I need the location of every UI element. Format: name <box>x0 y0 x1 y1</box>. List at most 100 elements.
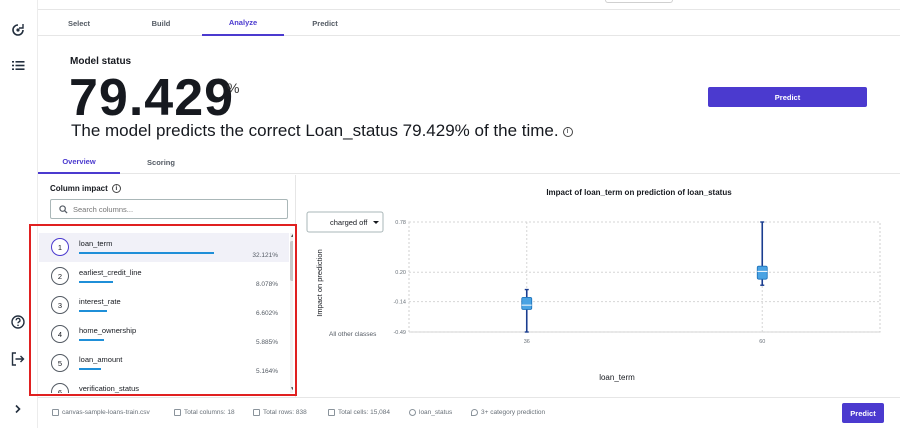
impact-bar <box>79 368 101 370</box>
rows-icon <box>253 409 260 416</box>
impact-percent: 32.121% <box>252 252 278 259</box>
accuracy-description: The model predicts the correct Loan_stat… <box>71 121 573 141</box>
y-tick-label: -0.49 <box>393 330 406 336</box>
x-axis-label: loan_term <box>599 373 635 382</box>
footer-total-columns: Total columns: 18 <box>174 409 235 416</box>
footer-total-columns-text: Total columns: 18 <box>184 409 235 416</box>
search-input[interactable] <box>73 202 273 216</box>
footer-predict-button[interactable]: Predict <box>842 403 884 423</box>
footer-total-rows-text: Total rows: 838 <box>263 409 307 416</box>
impact-chart: Impact of loan_term on prediction of loa… <box>306 188 881 382</box>
other-classes-label: All other classes <box>329 331 377 338</box>
column-name: verification_status <box>79 384 140 393</box>
y-axis-label: Impact on prediction <box>315 249 324 317</box>
scrollbar-thumb[interactable] <box>290 241 293 281</box>
target-icon <box>409 409 416 416</box>
chart-title: Impact of loan_term on prediction of loa… <box>546 188 732 197</box>
x-tick-label: 60 <box>759 339 765 345</box>
y-tick-label: -0.14 <box>393 300 406 306</box>
impact-percent: 8.078% <box>255 281 278 288</box>
columns-icon <box>174 409 181 416</box>
impact-bar <box>79 252 214 254</box>
footer-target: loan_status <box>409 409 452 416</box>
tab-build[interactable]: Build <box>120 10 202 36</box>
column-name: interest_rate <box>79 297 121 306</box>
footer-target-text: loan_status <box>419 409 453 416</box>
sign-out-icon[interactable] <box>9 350 27 368</box>
plot-area: 0.78 0.20 -0.14 -0.49 36 60 <box>393 220 881 345</box>
column-impact-item[interactable]: 4 home_ownership 5.885% <box>39 320 289 349</box>
impact-bar <box>79 281 113 283</box>
box-iqr <box>756 265 768 280</box>
impact-bar <box>79 339 104 341</box>
footer-total-rows: Total rows: 838 <box>253 409 307 416</box>
help-icon[interactable] <box>9 313 27 331</box>
tab-analyze[interactable]: Analyze <box>202 10 284 36</box>
impact-percent: 5.885% <box>255 339 278 346</box>
impact-percent: 6.602% <box>255 310 278 317</box>
file-icon <box>52 409 59 416</box>
footer-dataset-text: canvas-sample-loans-train.csv <box>62 409 150 416</box>
accuracy-description-text: The model predicts the correct Loan_stat… <box>71 121 559 140</box>
footer-prediction-type: 3+ category prediction <box>471 409 545 416</box>
column-impact-title: Column impact i <box>50 184 121 194</box>
class-dropdown-value: charged off <box>330 218 368 227</box>
model-cycle-icon[interactable] <box>9 21 27 39</box>
rank-badge: 2 <box>51 267 69 285</box>
footer-dataset: canvas-sample-loans-train.csv <box>52 409 150 416</box>
column-name: earliest_credit_line <box>79 268 142 277</box>
column-impact-item[interactable]: 2 earliest_credit_line 8.078% <box>39 262 289 291</box>
impact-percent: 5.164% <box>255 368 278 375</box>
rank-badge: 4 <box>51 325 69 343</box>
y-tick-label: 0.20 <box>395 270 406 276</box>
list-icon[interactable] <box>9 56 27 74</box>
tab-select[interactable]: Select <box>38 10 120 36</box>
cells-icon <box>328 409 335 416</box>
predict-button[interactable]: Predict <box>708 87 867 107</box>
info-icon[interactable]: i <box>111 184 121 194</box>
column-impact-list[interactable]: 6 verification_status 5 loan_amount 5.164% 4 h… <box>39 233 293 393</box>
box-iqr <box>521 296 533 310</box>
accuracy-percent-sign: % <box>227 80 240 96</box>
model-status-title: Model status <box>70 56 132 67</box>
left-nav-rail <box>0 0 38 428</box>
rank-badge: 3 <box>51 296 69 314</box>
scroll-up-icon[interactable]: ▲ <box>290 233 293 239</box>
rank-badge: 6 <box>51 383 69 393</box>
pin-icon <box>471 409 478 416</box>
column-search[interactable] <box>50 199 288 219</box>
expand-chevron-icon[interactable] <box>9 400 27 418</box>
accuracy-value: 79.429 <box>69 69 235 127</box>
column-impact-item[interactable]: 3 interest_rate 6.602% <box>39 291 289 320</box>
tab-overview[interactable]: Overview <box>38 150 120 174</box>
column-name: loan_amount <box>79 355 123 364</box>
footer-prediction-type-text: 3+ category prediction <box>481 409 546 416</box>
y-tick-label: 0.78 <box>395 220 406 226</box>
column-impact-item[interactable]: 1 loan_term 32.121% <box>39 233 289 262</box>
footer-total-cells: Total cells: 15,084 <box>328 409 390 416</box>
analysis-subtabs: Overview Scoring <box>38 150 900 174</box>
footer-total-cells-text: Total cells: 15,084 <box>338 409 391 416</box>
rank-badge: 5 <box>51 354 69 372</box>
column-impact-panel: Column impacti 6 verification_status 5 loan… <box>38 175 296 397</box>
column-impact-item[interactable]: 5 loan_amount 5.164% <box>39 349 289 378</box>
x-tick-label: 36 <box>524 339 530 345</box>
column-impact-item[interactable]: 6 verification_status <box>39 378 289 393</box>
class-dropdown[interactable]: charged off <box>306 211 384 233</box>
top-bar <box>38 0 900 10</box>
tab-predict[interactable]: Predict <box>284 10 366 36</box>
tab-scoring[interactable]: Scoring <box>120 150 202 174</box>
footer-bar: canvas-sample-loans-train.csv Total colu… <box>38 397 900 428</box>
column-name: home_ownership <box>79 326 137 335</box>
impact-bar <box>79 310 107 312</box>
rank-badge: 1 <box>51 238 69 256</box>
search-icon <box>59 205 68 214</box>
step-tabs: Select Build Analyze Predict <box>38 10 900 36</box>
scroll-down-icon[interactable]: ▼ <box>290 386 293 392</box>
info-icon[interactable]: i <box>562 126 573 137</box>
impact-chart-panel: Impact of loan_term on prediction of loa… <box>297 175 900 397</box>
plot-frame <box>408 221 881 333</box>
column-name: loan_term <box>79 239 113 248</box>
column-impact-title-text: Column impact <box>50 184 108 193</box>
top-bar-handle <box>605 0 673 3</box>
